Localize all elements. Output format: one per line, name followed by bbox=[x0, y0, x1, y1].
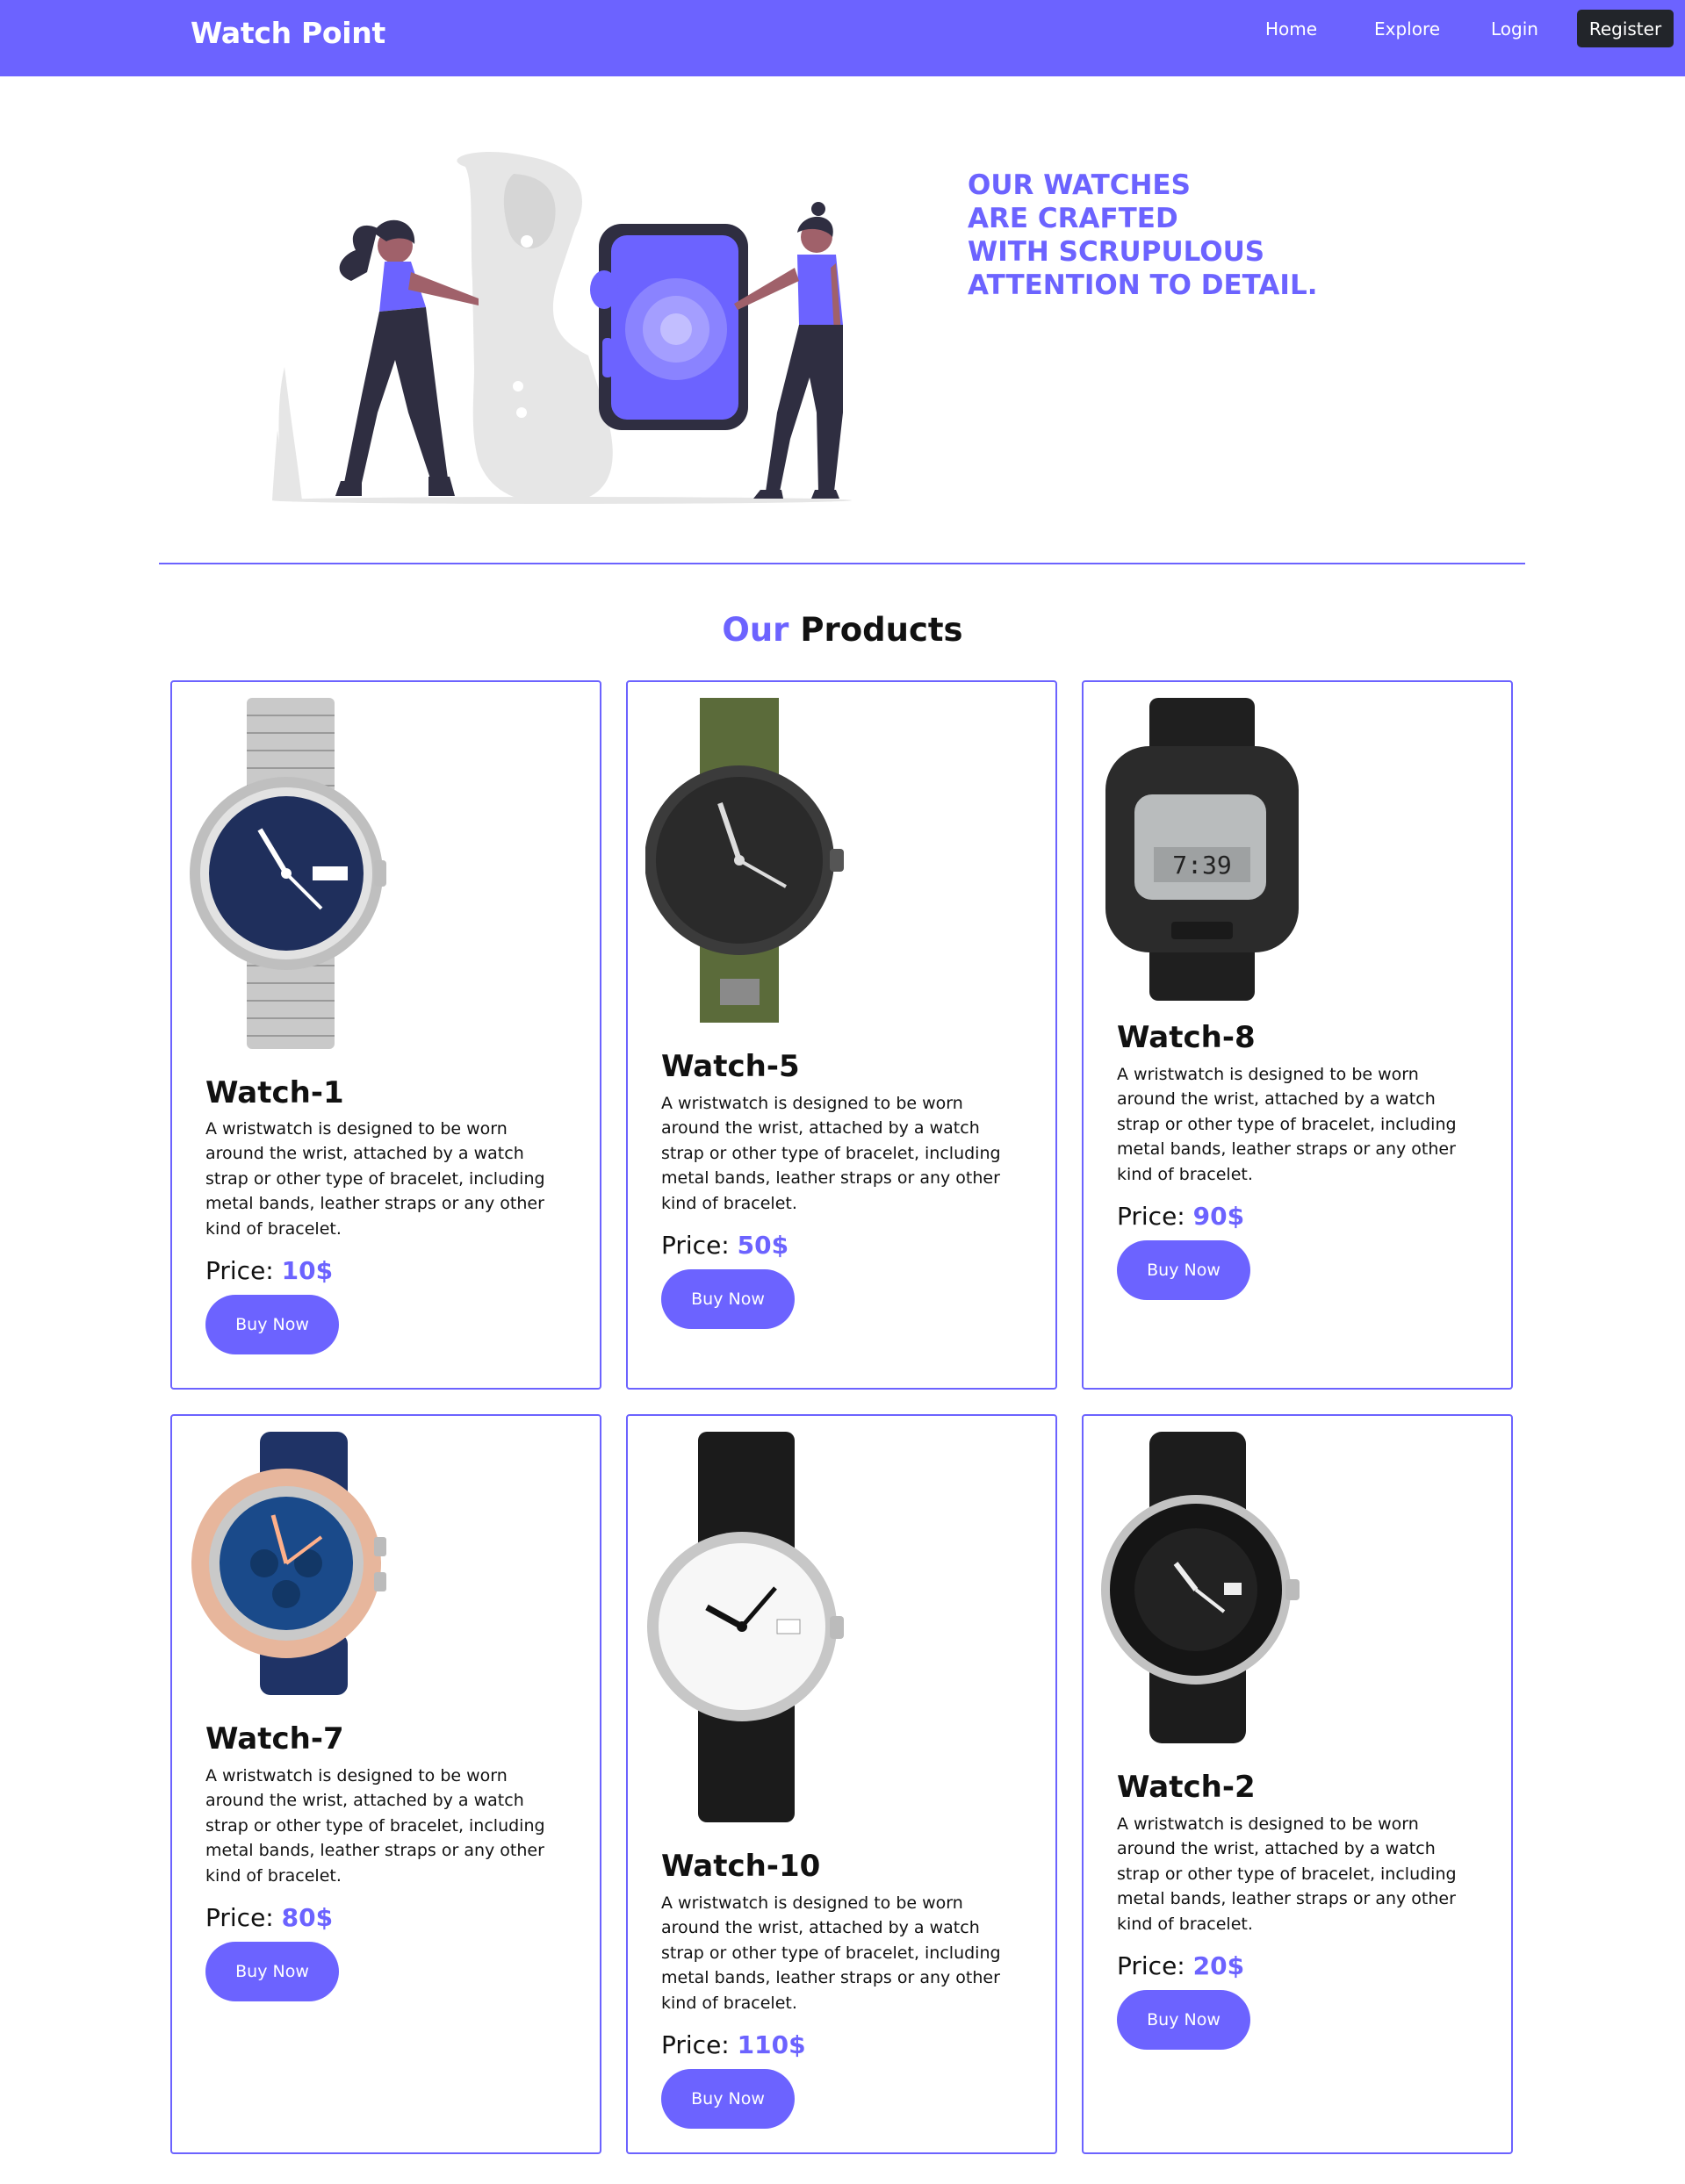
navbar: Watch Point Home Explore Login Register bbox=[0, 0, 1685, 76]
product-description: A wristwatch is designed to be worn arou… bbox=[205, 1119, 545, 1239]
price-label: Price: bbox=[1117, 1202, 1185, 1231]
product-description: A wristwatch is designed to be worn arou… bbox=[661, 1094, 1001, 1213]
product-name: Watch-5 bbox=[661, 1049, 800, 1084]
product-price: Price: 20$ bbox=[1117, 1951, 1244, 1980]
price-label: Price: bbox=[1117, 1951, 1185, 1980]
buy-now-button[interactable]: Buy Now bbox=[1117, 1990, 1250, 2050]
price-amount: 10$ bbox=[281, 1256, 334, 1285]
product-card: Watch-10 A wristwatch is designed to be … bbox=[626, 1414, 1057, 2154]
price-amount: 80$ bbox=[281, 1903, 334, 1932]
product-name: Watch-7 bbox=[205, 1721, 344, 1757]
tagline-line: ARE CRAFTED bbox=[968, 203, 1178, 234]
brand-logo-text[interactable]: Watch Point bbox=[191, 16, 385, 50]
tagline-line: OUR WATCHES bbox=[968, 169, 1191, 201]
price-label: Price: bbox=[205, 1256, 274, 1285]
product-price: Price: 10$ bbox=[205, 1256, 333, 1285]
product-description: A wristwatch is designed to be worn arou… bbox=[205, 1766, 545, 1886]
nav-link-explore[interactable]: Explore bbox=[1374, 18, 1440, 40]
svg-text:7:39: 7:39 bbox=[1172, 851, 1231, 880]
buy-now-button[interactable]: Buy Now bbox=[661, 1269, 795, 1329]
product-price: Price: 110$ bbox=[661, 2030, 806, 2059]
product-card: Watch-7 A wristwatch is designed to be w… bbox=[170, 1414, 601, 2154]
product-price: Price: 50$ bbox=[661, 1231, 788, 1260]
price-label: Price: bbox=[661, 1231, 730, 1260]
people-with-smartwatch-illustration bbox=[272, 151, 852, 504]
black-diver-watch bbox=[1101, 1432, 1300, 1743]
product-name: Watch-8 bbox=[1117, 1020, 1256, 1055]
product-price: Price: 80$ bbox=[205, 1903, 333, 1932]
product-name: Watch-2 bbox=[1117, 1770, 1256, 1805]
product-name: Watch-1 bbox=[205, 1075, 344, 1110]
product-card: Watch-2 A wristwatch is designed to be w… bbox=[1082, 1414, 1513, 2154]
black-leather-white-dial-watch bbox=[647, 1432, 844, 1822]
price-label: Price: bbox=[205, 1903, 274, 1932]
hero-tagline: OUR WATCHES ARE CRAFTED WITH SCRUPULOUS … bbox=[968, 169, 1407, 302]
product-description: A wristwatch is designed to be worn arou… bbox=[661, 1893, 1001, 2013]
product-description: A wristwatch is designed to be worn arou… bbox=[1117, 1065, 1457, 1184]
buy-now-button[interactable]: Buy Now bbox=[205, 1942, 339, 2001]
steel-bracelet-blue-dial-watch bbox=[190, 698, 386, 1049]
product-card: Watch-1 A wristwatch is designed to be w… bbox=[170, 680, 601, 1390]
product-name: Watch-10 bbox=[661, 1849, 821, 1884]
product-card: Watch-5 A wristwatch is designed to be w… bbox=[626, 680, 1057, 1390]
nav-link-login[interactable]: Login bbox=[1491, 18, 1538, 40]
section-divider bbox=[159, 563, 1525, 564]
tagline-line: WITH SCRUPULOUS bbox=[968, 236, 1265, 268]
title-rest: Products bbox=[800, 611, 963, 649]
price-amount: 110$ bbox=[737, 2030, 806, 2059]
register-button[interactable]: Register bbox=[1577, 10, 1674, 47]
product-description: A wristwatch is designed to be worn arou… bbox=[1117, 1814, 1457, 1934]
title-accent: Our bbox=[722, 611, 789, 649]
price-amount: 20$ bbox=[1192, 1951, 1245, 1980]
blue-rubber-chronograph-watch bbox=[191, 1432, 386, 1695]
nav-link-home[interactable]: Home bbox=[1265, 18, 1317, 40]
tagline-line: ATTENTION TO DETAIL. bbox=[968, 269, 1318, 301]
price-amount: 90$ bbox=[1192, 1202, 1245, 1231]
buy-now-button[interactable]: Buy Now bbox=[205, 1295, 339, 1354]
product-card: 7:39 Watch-8 A wristwatch is designed to… bbox=[1082, 680, 1513, 1390]
product-price: Price: 90$ bbox=[1117, 1202, 1244, 1231]
price-label: Price: bbox=[661, 2030, 730, 2059]
buy-now-button[interactable]: Buy Now bbox=[1117, 1240, 1250, 1300]
price-amount: 50$ bbox=[737, 1231, 789, 1260]
green-nato-strap-field-watch bbox=[645, 698, 844, 1023]
buy-now-button[interactable]: Buy Now bbox=[661, 2069, 795, 2129]
products-section-title: Our Products bbox=[0, 611, 1685, 649]
black-digital-sport-watch: 7:39 bbox=[1105, 698, 1299, 1001]
